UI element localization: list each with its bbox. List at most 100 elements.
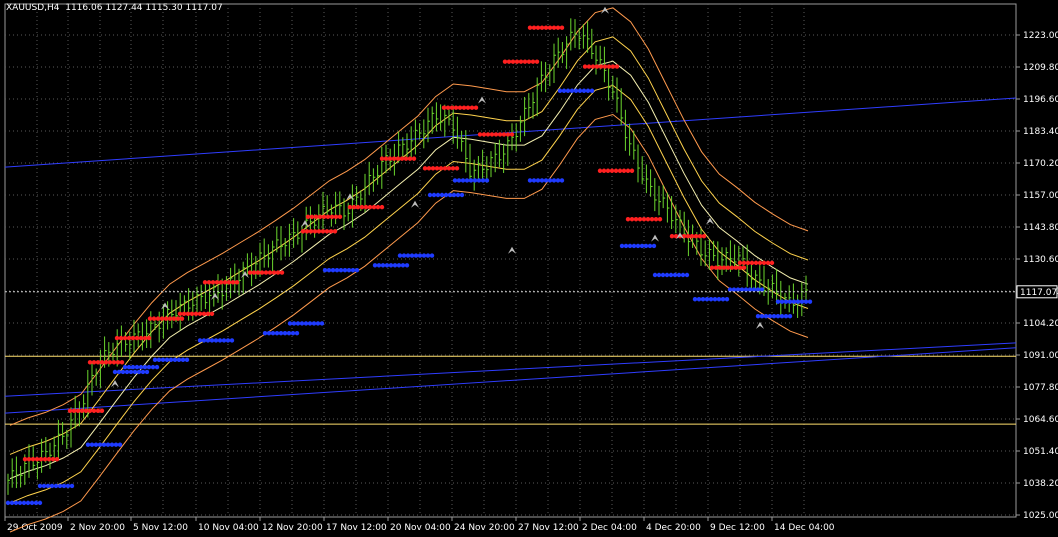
stop-dot-red: [617, 168, 623, 173]
ohlc-values: 1116.06 1127.44 1115.30 1117.07: [65, 3, 223, 13]
stop-dot-red: [645, 217, 651, 222]
stop-dot-blue: [180, 357, 186, 363]
stop-dot-red: [598, 64, 604, 69]
stop-dot-red: [729, 265, 735, 270]
stop-dot-blue: [561, 88, 567, 93]
stop-dot-red: [481, 132, 487, 137]
stop-dot-red: [539, 25, 545, 30]
stop-dot-blue: [136, 369, 142, 375]
stop-dot-red: [22, 457, 28, 462]
stop-dot-blue: [409, 253, 415, 258]
stop-dot-red: [230, 280, 236, 285]
x-tick-label: 5 Nov 12:00: [133, 523, 188, 533]
stop-dot-red: [316, 229, 322, 234]
stop-dot-red: [606, 64, 612, 69]
stop-dot-red: [138, 335, 144, 341]
stop-dot-red: [91, 408, 97, 413]
stop-dot-blue: [700, 297, 706, 302]
stop-dot-red: [445, 105, 451, 110]
stop-dot-blue: [262, 330, 268, 336]
stop-dot-red: [67, 408, 73, 413]
stop-dot-red: [685, 234, 691, 239]
stop-dot-blue: [472, 178, 478, 183]
stop-dot-blue: [735, 287, 741, 292]
stop-dot-blue: [384, 263, 390, 268]
stop-dot-red: [317, 214, 323, 220]
chart-window[interactable]: 1223.00 1209.80 1196.60 1183.40 1170.20 1157.…: [0, 0, 1058, 537]
stop-dot-blue: [112, 369, 118, 375]
stop-dot-red: [502, 59, 508, 64]
stop-dot-red: [214, 280, 220, 285]
x-tick-label: 2 Dec 04:00: [582, 523, 637, 533]
stop-dot-blue: [37, 483, 43, 489]
stop-dot-red: [99, 360, 105, 365]
stop-dot-blue: [775, 299, 781, 304]
stop-dot-red: [522, 59, 528, 64]
x-tick-label: 29 Oct 2009: [7, 523, 63, 533]
stop-dot-blue: [585, 88, 591, 93]
stop-dot-red: [114, 335, 120, 341]
stop-dot-red: [159, 316, 165, 321]
stop-dot-red: [118, 335, 124, 341]
stop-dot-red: [163, 316, 169, 321]
stop-dot-blue: [643, 243, 649, 249]
stop-dot-red: [453, 105, 459, 110]
stop-dot-red: [95, 360, 101, 365]
stop-dot-red: [749, 260, 755, 266]
stop-dot-red: [189, 311, 195, 316]
stop-dot-blue: [771, 314, 777, 319]
stop-dot-blue: [388, 263, 394, 268]
stop-dot-red: [446, 166, 452, 171]
stop-dot-red: [275, 270, 281, 275]
stop-dot-red: [304, 229, 310, 234]
stop-dot-blue: [315, 321, 321, 326]
stop-dot-red: [530, 59, 536, 64]
stop-dot-blue: [577, 88, 583, 93]
stop-dot-blue: [547, 178, 553, 183]
stop-dot-blue: [168, 357, 174, 363]
stop-dot-blue: [435, 192, 441, 198]
stop-dot-blue: [755, 287, 761, 292]
fractal-arrow: [301, 220, 309, 228]
stop-dot-red: [271, 270, 277, 275]
stop-dot-red: [126, 335, 132, 341]
stop-dot-red: [761, 260, 767, 266]
stop-dot-red: [107, 360, 113, 365]
y-tick-label: 1196.60: [1023, 95, 1058, 105]
stop-dot-blue: [557, 88, 563, 93]
stop-dot-blue: [101, 442, 107, 447]
plot-frame: [4, 3, 1017, 518]
stop-dot-blue: [443, 192, 449, 198]
stop-dot-red: [653, 217, 659, 222]
stop-dot-red: [510, 59, 516, 64]
stop-dot-red: [741, 265, 747, 270]
stop-dot-blue: [716, 297, 722, 302]
stop-dot-red: [234, 280, 240, 285]
stop-dot-red: [367, 204, 373, 210]
stop-dot-blue: [460, 178, 466, 183]
stop-dot-blue: [573, 88, 579, 93]
x-tick-label: 4 Dec 20:00: [646, 523, 701, 533]
stop-dot-blue: [763, 314, 769, 319]
stop-dot-red: [657, 217, 663, 222]
stop-dot-red: [621, 168, 627, 173]
stop-dot-blue: [413, 253, 419, 258]
stop-dot-red: [506, 59, 512, 64]
y-tick-label: 1025.00: [1023, 511, 1058, 521]
stop-dot-red: [91, 360, 97, 365]
stop-dot-red: [309, 214, 315, 220]
stop-dot-blue: [660, 272, 666, 278]
stop-dot-red: [210, 280, 216, 285]
stop-dot-red: [489, 132, 495, 137]
stop-dot-red: [411, 156, 417, 161]
price-chart[interactable]: 1223.00 1209.80 1196.60 1183.40 1170.20 1157.…: [0, 0, 1058, 537]
fractal-arrow: [411, 200, 419, 208]
stop-dot-blue: [404, 263, 410, 268]
stop-dot-red: [371, 204, 377, 210]
x-tick-label: 17 Nov 12:00: [326, 523, 387, 533]
stop-dot-blue: [551, 178, 557, 183]
stop-dot-blue: [85, 442, 91, 447]
stop-dot-blue: [452, 178, 458, 183]
stop-dot-red: [130, 335, 136, 341]
stop-dot-red: [71, 408, 77, 413]
